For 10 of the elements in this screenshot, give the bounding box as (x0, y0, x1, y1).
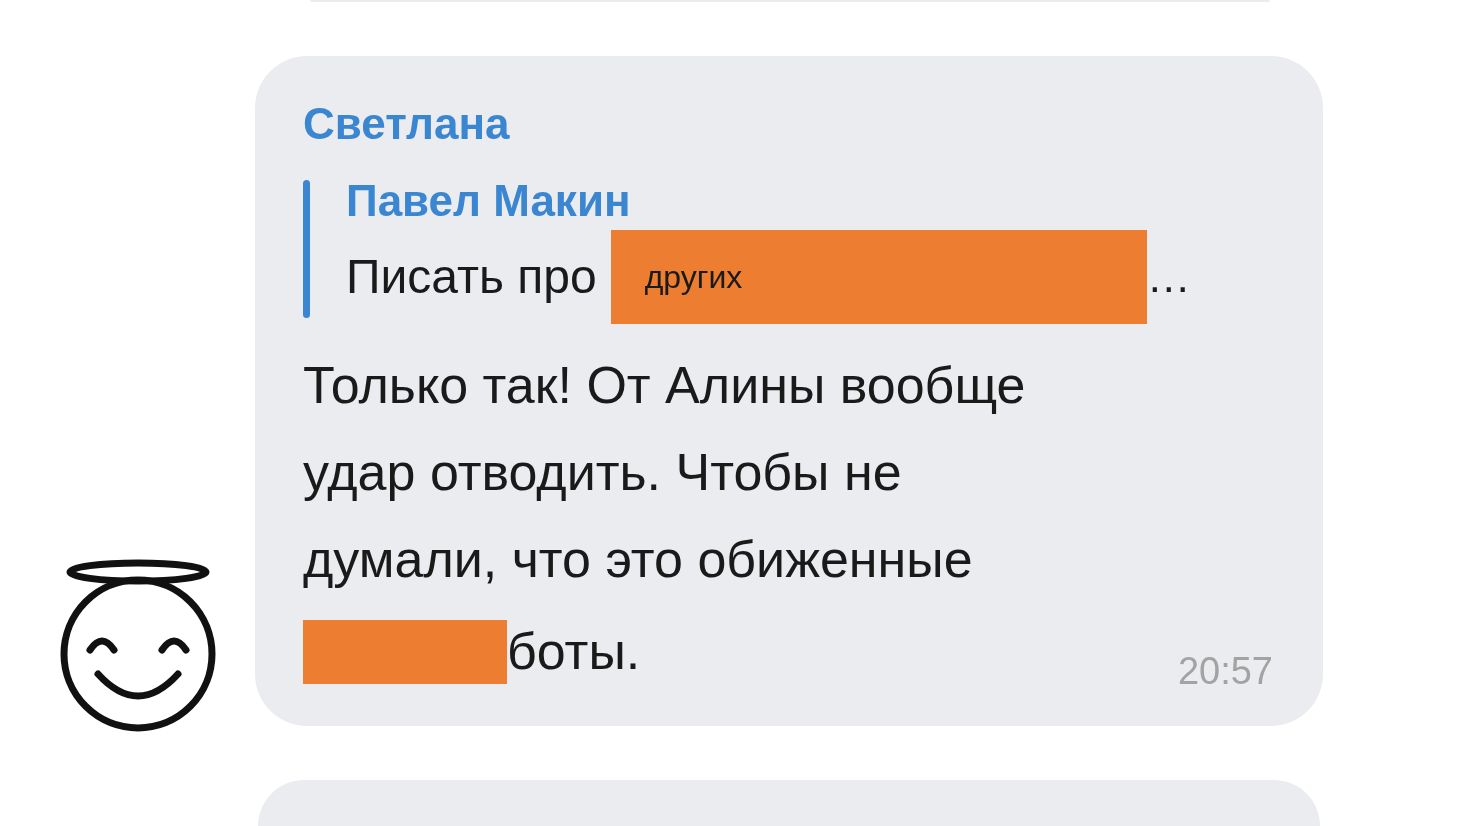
message-text: Только так! От Алины вообще (303, 355, 1026, 417)
redaction-block: других (610, 230, 1147, 325)
reply-text: Писать про (346, 249, 597, 306)
reply-author: Павел Макин (346, 175, 631, 228)
message-text: думали, что это обиженные (303, 529, 973, 591)
message-time: 20:57 (1177, 649, 1273, 695)
message-text: боты. (507, 621, 641, 683)
message-text: удар отводить. Чтобы не (303, 442, 902, 504)
sender-name: Светлана (303, 98, 510, 151)
ellipsis-text: … (1146, 251, 1191, 304)
